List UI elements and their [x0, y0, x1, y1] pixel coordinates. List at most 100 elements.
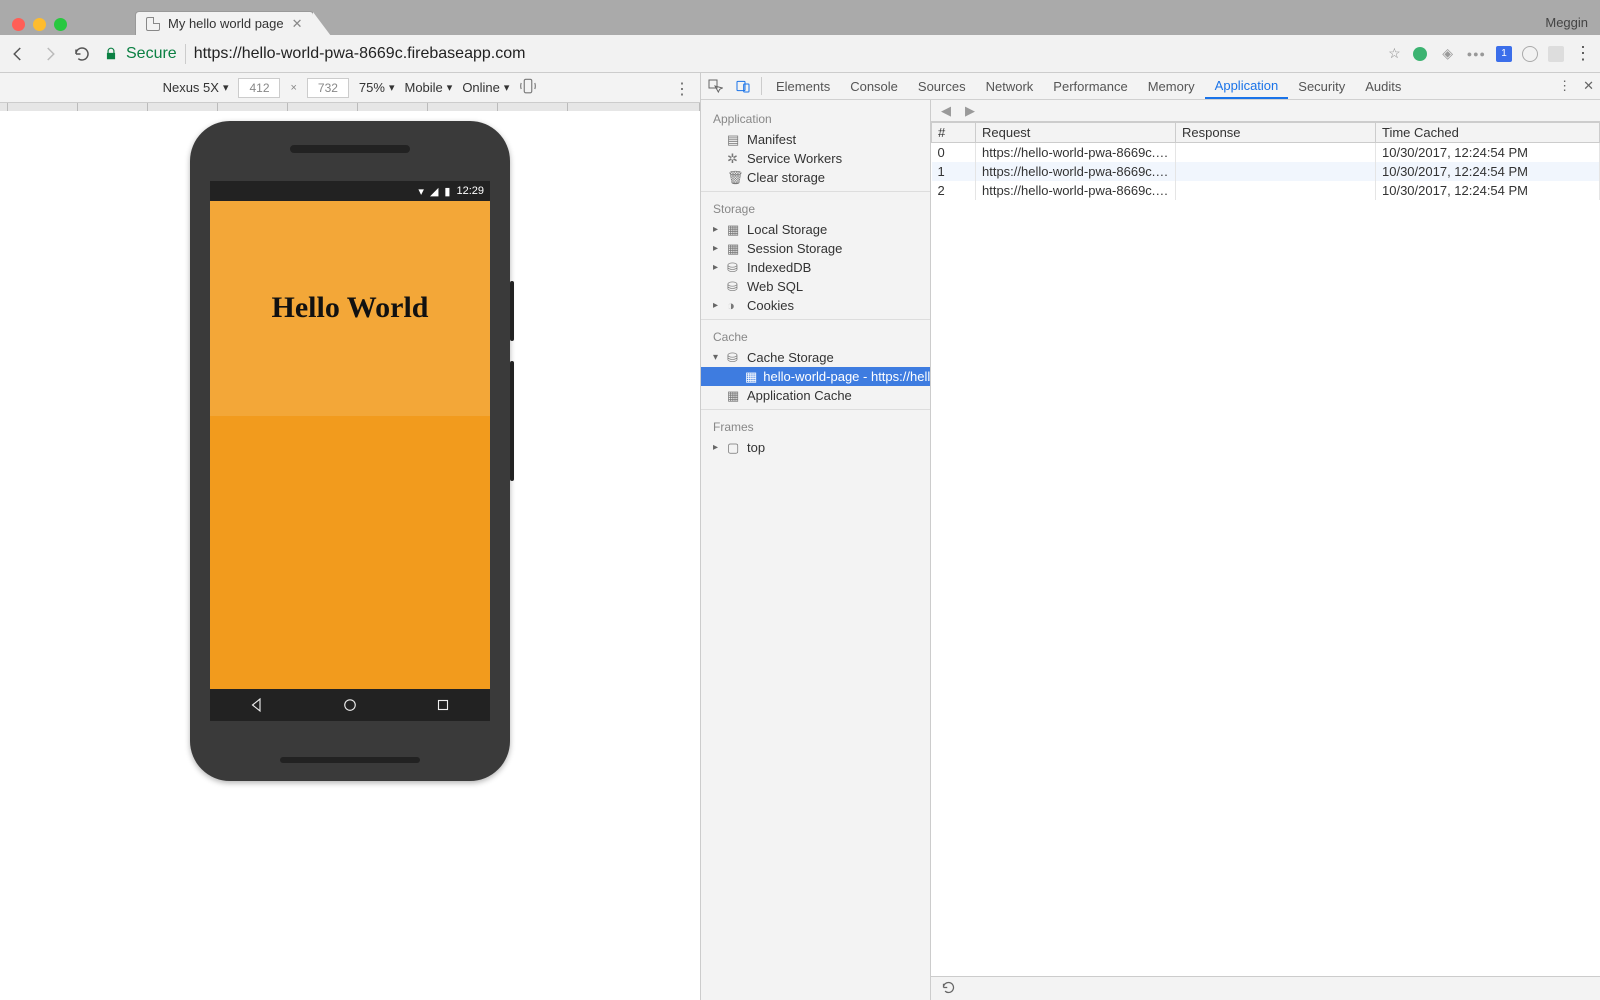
android-home-icon[interactable]: [341, 696, 359, 714]
signal-icon: ◢: [430, 185, 438, 198]
sidebar-section-frames: Frames: [701, 414, 930, 438]
cell-time: 10/30/2017, 12:24:54 PM: [1376, 162, 1600, 181]
extension-icon[interactable]: ◈: [1439, 45, 1457, 63]
cache-next-button[interactable]: ▶: [965, 103, 975, 119]
cell-response: [1176, 181, 1376, 200]
rotate-device-icon[interactable]: [519, 77, 537, 98]
database-icon: ▦: [727, 241, 741, 257]
cell-index: 1: [932, 162, 976, 181]
inspect-element-icon[interactable]: [701, 73, 729, 99]
android-recents-icon[interactable]: [434, 696, 452, 714]
maximize-window-icon[interactable]: [54, 18, 67, 31]
sidebar-item-manifest[interactable]: ▤Manifest: [701, 130, 930, 149]
browser-menu-button[interactable]: ⋮: [1574, 43, 1592, 64]
phone-side-button: [510, 281, 514, 341]
browser-tab-strip: My hello world page ✕ Meggin: [0, 10, 1600, 35]
sidebar-item-indexeddb[interactable]: ⛁IndexedDB: [701, 258, 930, 277]
browser-toolbar: Secure https://hello-world-pwa-8669c.fir…: [0, 35, 1600, 73]
devtools-tab-bar: Elements Console Sources Network Perform…: [701, 73, 1600, 100]
viewport-height-input[interactable]: [307, 78, 349, 98]
sidebar-item-local-storage[interactable]: ▦Local Storage: [701, 220, 930, 239]
sidebar-section-storage: Storage: [701, 196, 930, 220]
cell-response: [1176, 143, 1376, 162]
table-row[interactable]: 1 https://hello-world-pwa-8669c.fireb...…: [932, 162, 1600, 181]
devtools-tab-memory[interactable]: Memory: [1138, 73, 1205, 99]
profile-avatar-icon[interactable]: [1548, 46, 1564, 62]
gear-icon: ✲: [727, 151, 741, 167]
extension-icon[interactable]: 1: [1496, 46, 1512, 62]
refresh-icon[interactable]: [941, 980, 956, 998]
close-tab-icon[interactable]: ✕: [292, 16, 303, 32]
nav-forward-button[interactable]: [40, 44, 60, 64]
sidebar-section-cache: Cache: [701, 324, 930, 348]
devtools-tab-network[interactable]: Network: [976, 73, 1044, 99]
cell-request: https://hello-world-pwa-8669c.fireb...: [976, 181, 1176, 200]
page-heading: Hello World: [272, 291, 429, 325]
column-response[interactable]: Response: [1176, 123, 1376, 143]
devtools-close-button[interactable]: ✕: [1583, 78, 1594, 94]
extension-icon[interactable]: [1411, 45, 1429, 63]
sidebar-item-session-storage[interactable]: ▦Session Storage: [701, 239, 930, 258]
application-sidebar: Application ▤Manifest ✲Service Workers 🗑…: [701, 100, 931, 1000]
sidebar-item-websql[interactable]: ⛁Web SQL: [701, 277, 930, 296]
extension-icon[interactable]: [1522, 46, 1538, 62]
table-row[interactable]: 2 https://hello-world-pwa-8669c.fireb...…: [932, 181, 1600, 200]
url-text: https://hello-world-pwa-8669c.firebaseap…: [194, 45, 526, 63]
window-controls: [4, 14, 75, 35]
devtools-tab-elements[interactable]: Elements: [766, 73, 840, 99]
sidebar-item-cookies[interactable]: ◑Cookies: [701, 296, 930, 315]
profile-name[interactable]: Meggin: [1545, 15, 1588, 30]
reload-button[interactable]: [72, 44, 92, 64]
sidebar-item-clear-storage[interactable]: 🗑Clear storage: [701, 168, 930, 187]
cache-table: # Request Response Time Cached 0 https:/…: [931, 122, 1600, 976]
table-header-row: # Request Response Time Cached: [932, 123, 1600, 143]
grid-icon: ▦: [727, 388, 741, 404]
devtools-tab-security[interactable]: Security: [1288, 73, 1355, 99]
android-nav-bar: [210, 689, 490, 721]
nav-back-button[interactable]: [8, 44, 28, 64]
cache-prev-button[interactable]: ◀: [941, 103, 951, 119]
device-toolbar-menu[interactable]: ⋮: [674, 79, 690, 99]
network-selector[interactable]: Online: [462, 80, 509, 95]
device-selector[interactable]: Nexus 5X: [163, 80, 229, 95]
devtools-tab-audits[interactable]: Audits: [1355, 73, 1411, 99]
phone-frame: ▾ ◢ ▮ 12:29 Hello World: [190, 121, 510, 781]
throttle-selector[interactable]: Mobile: [404, 80, 452, 95]
cache-navigation: ◀ ▶: [931, 100, 1600, 122]
toggle-device-icon[interactable]: [729, 73, 757, 99]
database-icon: ⛁: [727, 350, 741, 366]
devtools-tab-sources[interactable]: Sources: [908, 73, 976, 99]
extension-icon[interactable]: ●●●: [1467, 49, 1486, 59]
tab-title: My hello world page: [168, 16, 284, 31]
sidebar-item-cache-storage[interactable]: ⛁Cache Storage: [701, 348, 930, 367]
sidebar-item-application-cache[interactable]: ▦Application Cache: [701, 386, 930, 405]
cell-request: https://hello-world-pwa-8669c.fireb...: [976, 143, 1176, 162]
sidebar-item-cache-entry[interactable]: ▦hello-world-page - https://hello-wo: [701, 367, 930, 386]
devtools-tab-console[interactable]: Console: [840, 73, 908, 99]
sidebar-item-service-workers[interactable]: ✲Service Workers: [701, 149, 930, 168]
devtools-tab-performance[interactable]: Performance: [1043, 73, 1137, 99]
column-index[interactable]: #: [932, 123, 976, 143]
cell-response: [1176, 162, 1376, 181]
devtools-tab-application[interactable]: Application: [1205, 73, 1289, 99]
viewport-width-input[interactable]: [238, 78, 280, 98]
column-request[interactable]: Request: [976, 123, 1176, 143]
close-window-icon[interactable]: [12, 18, 25, 31]
page-icon: [146, 17, 160, 31]
column-time-cached[interactable]: Time Cached: [1376, 123, 1600, 143]
sidebar-item-frame-top[interactable]: ▢top: [701, 438, 930, 457]
table-row[interactable]: 0 https://hello-world-pwa-8669c.fireb...…: [932, 143, 1600, 162]
browser-tab[interactable]: My hello world page ✕: [135, 11, 314, 35]
page-viewport[interactable]: Hello World: [210, 201, 490, 689]
bookmark-star-icon[interactable]: ☆: [1388, 45, 1401, 62]
cell-index: 2: [932, 181, 976, 200]
secure-label: Secure: [126, 45, 177, 63]
android-back-icon[interactable]: [248, 696, 266, 714]
zoom-selector[interactable]: 75%: [359, 80, 395, 95]
divider: [185, 44, 186, 64]
cell-time: 10/30/2017, 12:24:54 PM: [1376, 143, 1600, 162]
address-bar[interactable]: Secure https://hello-world-pwa-8669c.fir…: [104, 44, 1376, 64]
phone-screen: ▾ ◢ ▮ 12:29 Hello World: [210, 181, 490, 721]
minimize-window-icon[interactable]: [33, 18, 46, 31]
devtools-menu-button[interactable]: ⋮: [1558, 78, 1571, 94]
